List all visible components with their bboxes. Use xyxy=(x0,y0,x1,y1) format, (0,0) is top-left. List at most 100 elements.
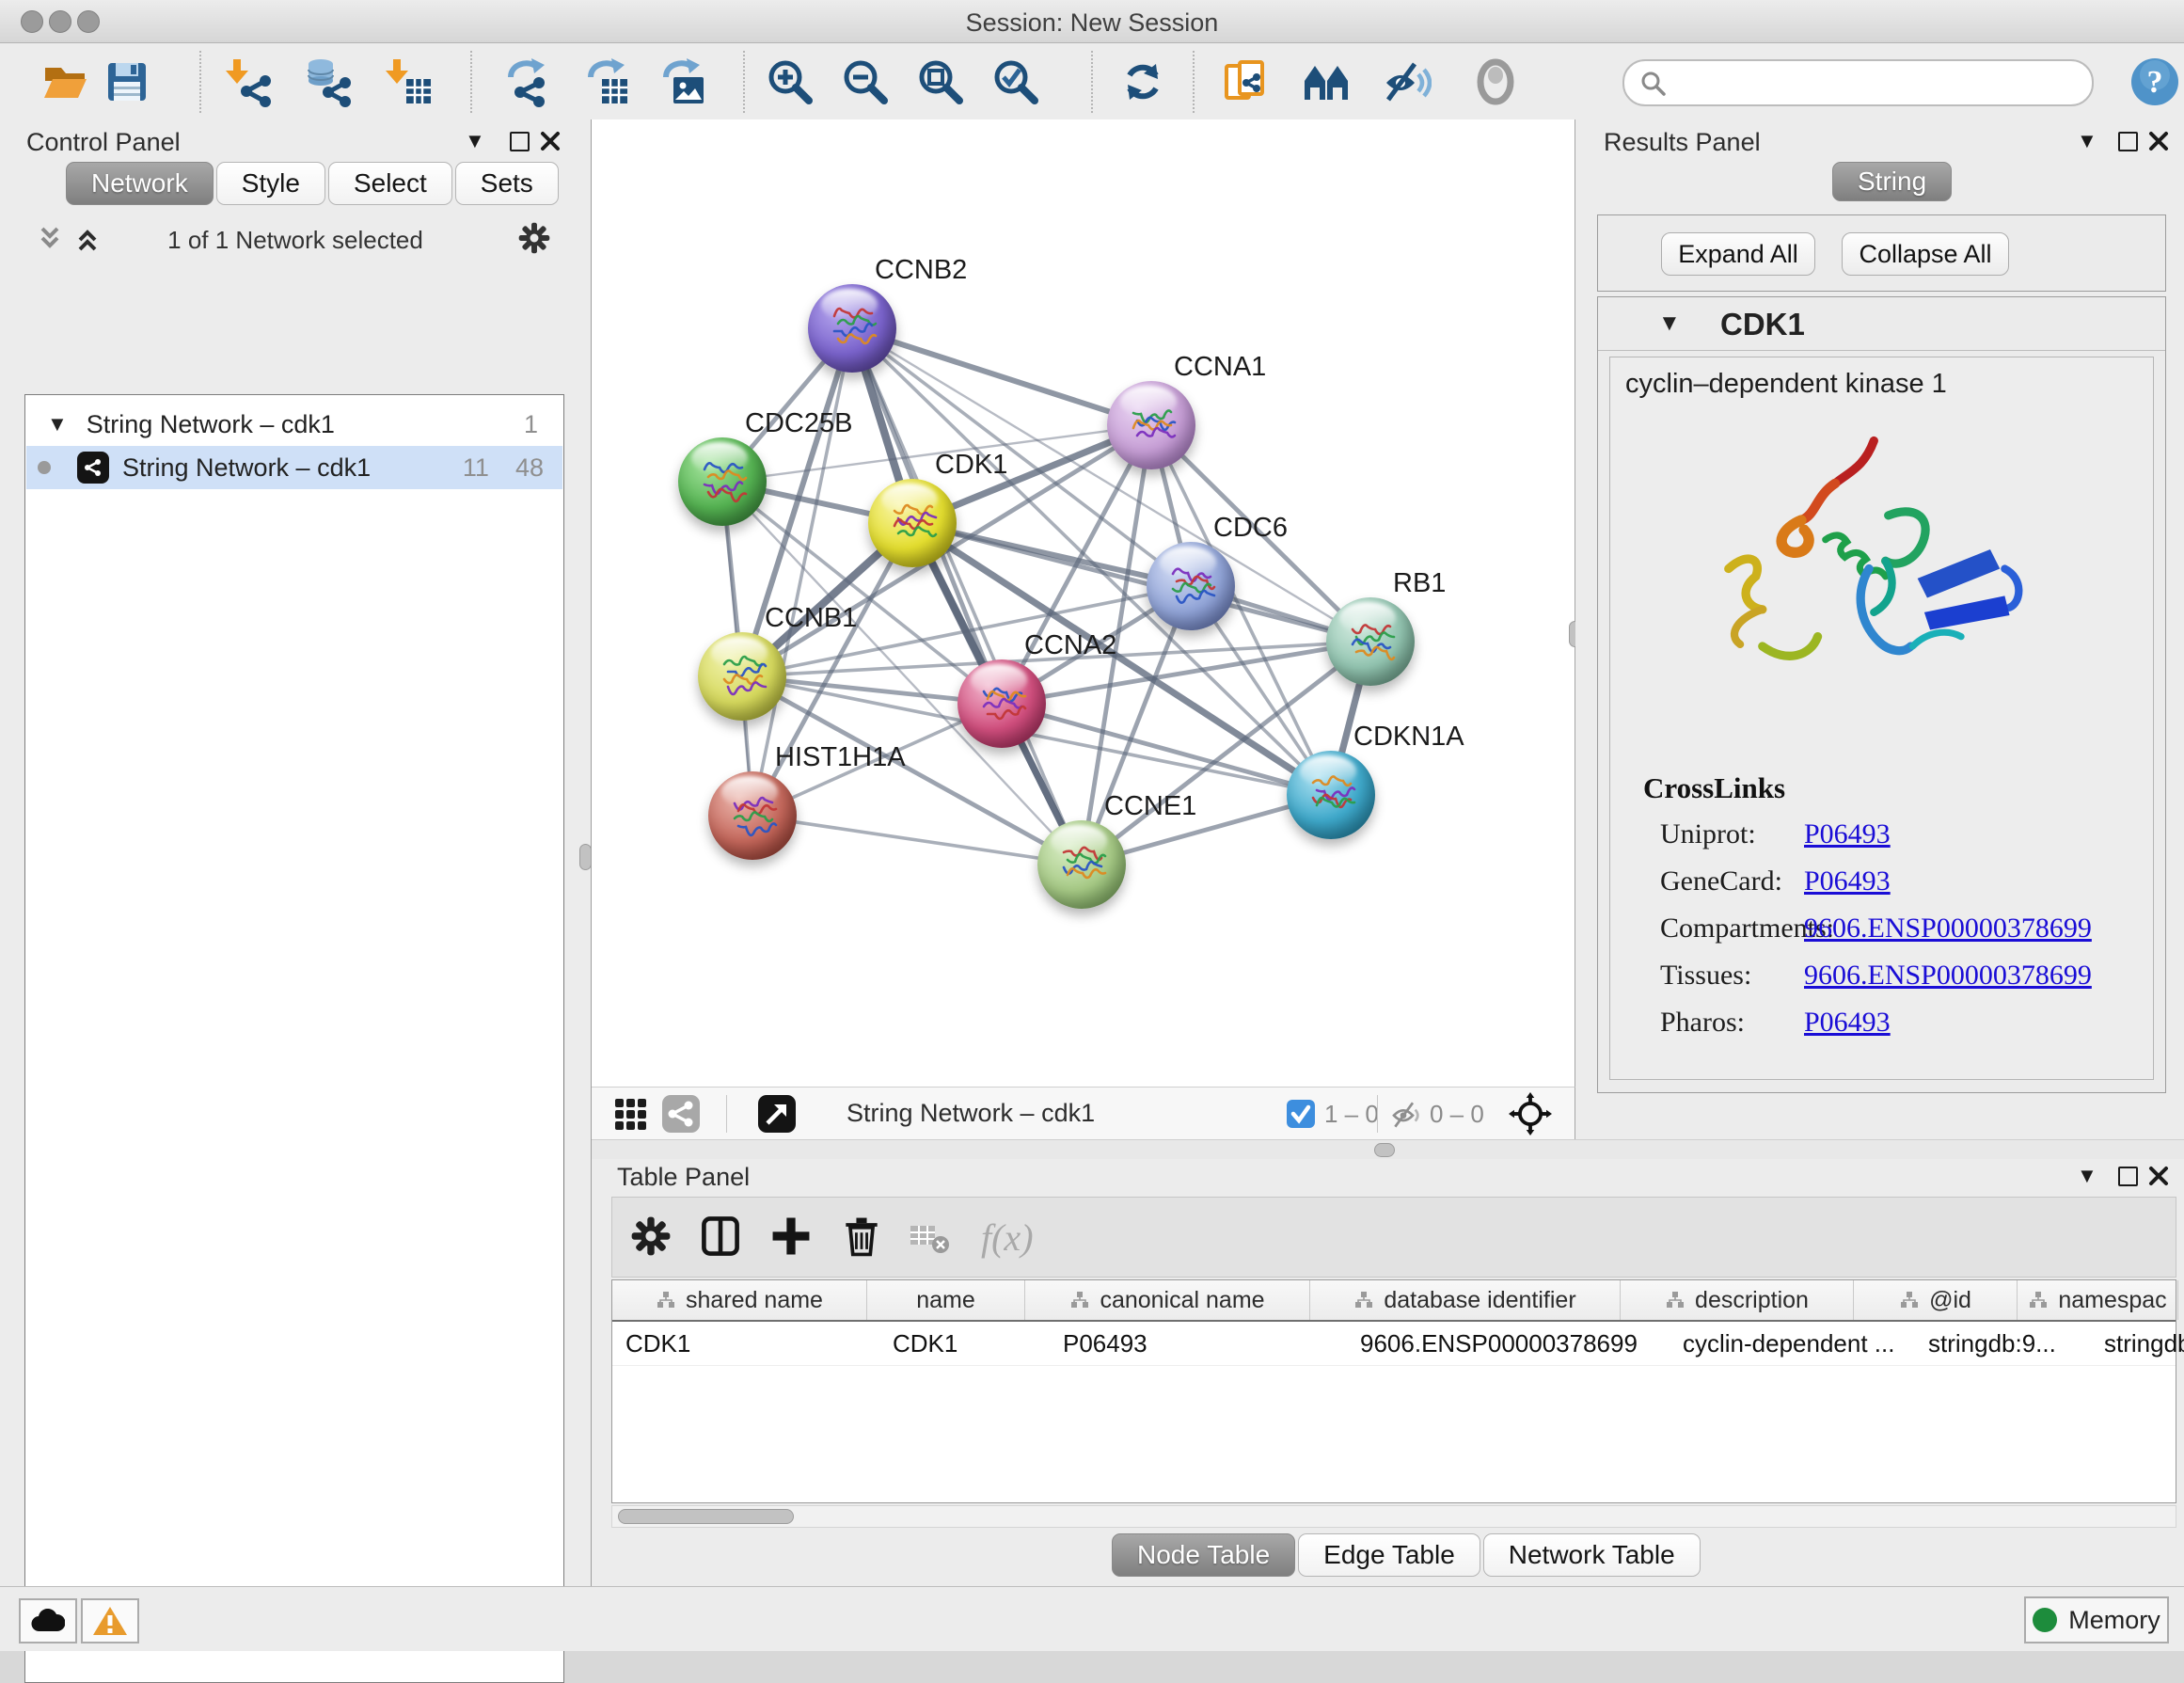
protein-ribbon-thumbnail xyxy=(1343,614,1398,669)
expand-all-button[interactable]: Expand All xyxy=(1661,232,1815,276)
tab-edge-table[interactable]: Edge Table xyxy=(1298,1533,1480,1577)
results-panel-float-icon[interactable] xyxy=(2118,132,2138,151)
zoom-in-icon[interactable] xyxy=(765,56,815,107)
crosslink-value[interactable]: P06493 xyxy=(1804,818,1891,850)
column-header-@id[interactable]: @id xyxy=(1854,1280,2018,1320)
memory-button[interactable]: Memory xyxy=(2024,1596,2169,1643)
duplicate-network-icon[interactable] xyxy=(1221,56,1272,107)
results-panel-menu-icon[interactable]: ▼ xyxy=(2077,129,2097,153)
collapse-all-button[interactable]: Collapse All xyxy=(1842,232,2009,276)
horizontal-splitter[interactable] xyxy=(592,1139,2184,1161)
status-bar: Memory xyxy=(0,1586,2184,1651)
refresh-icon[interactable] xyxy=(1117,56,1168,107)
node-label-HIST1H1A: HIST1H1A xyxy=(775,742,906,773)
add-column-icon[interactable] xyxy=(768,1213,815,1260)
column-header-shared-name[interactable]: shared name xyxy=(612,1280,867,1320)
network-node-CCNA1[interactable] xyxy=(1107,381,1195,469)
memory-status-icon xyxy=(2033,1608,2057,1632)
network-node-CCNB1[interactable] xyxy=(698,632,786,721)
crosslink-value[interactable]: 9606.ENSP00000378699 xyxy=(1804,960,2092,992)
tab-sets[interactable]: Sets xyxy=(455,162,559,205)
column-header-canonical-name[interactable]: canonical name xyxy=(1025,1280,1310,1320)
crosslink-row: Tissues:9606.ENSP00000378699 xyxy=(1660,960,2149,992)
import-network-icon[interactable] xyxy=(224,56,275,107)
delete-table-icon[interactable] xyxy=(909,1222,952,1256)
tree-collapse-icon[interactable]: ▼ xyxy=(47,412,68,437)
gene-section-header[interactable]: ▼ CDK1 xyxy=(1598,297,2165,351)
network-node-HIST1H1A[interactable] xyxy=(708,771,797,860)
first-neighbors-icon[interactable] xyxy=(1301,56,1352,107)
table-row[interactable]: CDK1CDK1P064939606.ENSP00000378699cyclin… xyxy=(612,1322,2176,1366)
control-panel-close-icon[interactable] xyxy=(540,131,561,151)
network-tree-root-row[interactable]: ▼ String Network – cdk1 1 xyxy=(26,403,562,446)
table-settings-gear-icon[interactable] xyxy=(627,1213,674,1260)
search-input[interactable] xyxy=(1673,65,2072,99)
crosslink-value[interactable]: P06493 xyxy=(1804,865,1891,897)
column-header-namespac[interactable]: namespac xyxy=(2018,1280,2178,1320)
search-box xyxy=(1622,59,2094,106)
left-splitter-handle[interactable] xyxy=(579,844,592,870)
table-panel-float-icon[interactable] xyxy=(2118,1167,2138,1186)
tab-string[interactable]: String xyxy=(1832,162,1952,201)
network-node-CDC6[interactable] xyxy=(1147,542,1235,630)
network-node-CDKN1A[interactable] xyxy=(1287,751,1375,839)
gear-icon[interactable] xyxy=(515,219,553,257)
network-node-CDK1[interactable] xyxy=(868,479,957,567)
zoom-selected-icon[interactable] xyxy=(990,56,1041,107)
column-header-description[interactable]: description xyxy=(1621,1280,1854,1320)
table-panel-menu-icon[interactable]: ▼ xyxy=(2077,1164,2097,1188)
cloud-icon xyxy=(31,1609,65,1633)
warnings-button[interactable] xyxy=(81,1598,139,1643)
gene-description: cyclin–dependent kinase 1 xyxy=(1625,369,1947,400)
cloud-button[interactable] xyxy=(19,1598,77,1643)
open-session-icon[interactable] xyxy=(40,56,91,107)
crosslink-row: Compartments:9606.ENSP00000378699 xyxy=(1660,913,2149,945)
table-hscrollbar[interactable] xyxy=(611,1505,2176,1528)
hide-selected-icon[interactable] xyxy=(1381,56,1432,107)
zoom-out-icon[interactable] xyxy=(840,56,891,107)
network-node-CCNA2[interactable] xyxy=(957,659,1046,748)
column-header-database-identifier[interactable]: database identifier xyxy=(1310,1280,1621,1320)
column-header-name[interactable]: name xyxy=(867,1280,1025,1320)
tab-select[interactable]: Select xyxy=(328,162,452,205)
function-builder-icon[interactable]: f(x) xyxy=(977,1211,1052,1263)
birdseye-grid-icon[interactable] xyxy=(613,1097,647,1131)
export-image-icon[interactable] xyxy=(657,56,707,107)
table-cell: stringdb xyxy=(2091,1322,2184,1365)
save-session-icon[interactable] xyxy=(102,56,152,107)
selected-checkbox-icon[interactable] xyxy=(1287,1100,1315,1128)
crosslink-label: Uniprot: xyxy=(1660,818,1804,850)
network-share-icon[interactable] xyxy=(662,1095,700,1133)
table-hscrollbar-handle[interactable] xyxy=(618,1509,794,1524)
tab-style[interactable]: Style xyxy=(216,162,325,205)
import-table-icon[interactable] xyxy=(384,56,435,107)
import-database-icon[interactable] xyxy=(304,56,355,107)
table-panel-close-icon[interactable] xyxy=(2148,1166,2169,1186)
results-panel-close-icon[interactable] xyxy=(2148,131,2169,151)
show-columns-icon[interactable] xyxy=(697,1213,744,1260)
network-canvas[interactable]: CCNB2CCNA1CDC25BCDK1CDC6RB1CCNB1CCNA2CDK… xyxy=(592,119,1575,1087)
export-network-icon[interactable] xyxy=(501,56,552,107)
crosslink-value[interactable]: P06493 xyxy=(1804,1007,1891,1039)
control-panel-float-icon[interactable] xyxy=(510,132,530,151)
network-node-CCNE1[interactable] xyxy=(1037,820,1126,909)
network-tree-item-row[interactable]: String Network – cdk1 11 48 xyxy=(26,446,562,489)
network-node-CCNB2[interactable] xyxy=(808,284,896,373)
crosslink-value[interactable]: 9606.ENSP00000378699 xyxy=(1804,913,2092,945)
tab-node-table[interactable]: Node Table xyxy=(1112,1533,1295,1577)
network-node-CDC25B[interactable] xyxy=(678,437,767,526)
control-panel-menu-icon[interactable]: ▼ xyxy=(465,129,485,153)
network-node-RB1[interactable] xyxy=(1326,597,1415,686)
delete-column-icon[interactable] xyxy=(838,1213,885,1260)
tab-network-table[interactable]: Network Table xyxy=(1483,1533,1701,1577)
tab-network[interactable]: Network xyxy=(66,162,214,205)
crosshair-icon[interactable] xyxy=(1509,1092,1552,1135)
zoom-fit-icon[interactable] xyxy=(915,56,966,107)
hidden-eye-icon[interactable] xyxy=(1390,1098,1424,1132)
export-table-icon[interactable] xyxy=(581,56,632,107)
open-external-icon[interactable] xyxy=(758,1095,796,1133)
section-collapse-icon[interactable]: ▼ xyxy=(1658,310,1681,337)
help-icon[interactable]: ? xyxy=(2129,56,2180,107)
horizontal-splitter-handle[interactable] xyxy=(1374,1143,1395,1157)
show-all-icon[interactable] xyxy=(1470,56,1521,107)
